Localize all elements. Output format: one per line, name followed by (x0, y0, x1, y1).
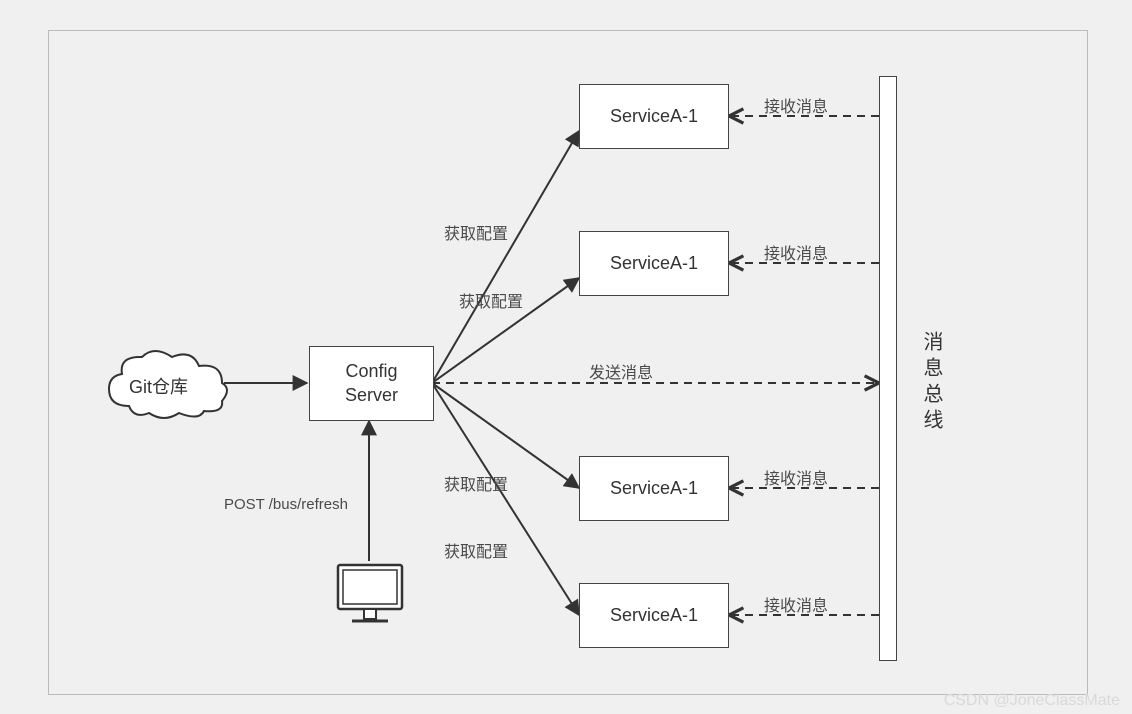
post-refresh-label: POST /bus/refresh (224, 496, 348, 513)
recv-msg-label-2: 接收消息 (764, 240, 828, 264)
config-server-node: Config Server (309, 346, 434, 421)
get-config-label-1: 获取配置 (444, 220, 508, 244)
computer-icon (334, 561, 406, 629)
service-a1-node-4: ServiceA-1 (579, 583, 729, 648)
message-bus-bar (879, 76, 897, 661)
get-config-label-2: 获取配置 (459, 288, 523, 312)
service-a1-node-2: ServiceA-1 (579, 231, 729, 296)
message-bus-label: 消息总线 (917, 331, 946, 435)
recv-msg-label-1: 接收消息 (764, 93, 828, 117)
watermark: CSDN @JoneClassMate (944, 692, 1120, 710)
send-msg-label: 发送消息 (589, 359, 653, 383)
recv-msg-label-3: 接收消息 (764, 465, 828, 489)
service-a1-node-3: ServiceA-1 (579, 456, 729, 521)
diagram-frame: Git仓库 Config Server ServiceA-1 ServiceA-… (48, 30, 1088, 695)
recv-msg-label-4: 接收消息 (764, 592, 828, 616)
get-config-label-4: 获取配置 (444, 538, 508, 562)
git-repo-label: Git仓库 (129, 373, 188, 399)
service-a1-node-1: ServiceA-1 (579, 84, 729, 149)
get-config-label-3: 获取配置 (444, 471, 508, 495)
